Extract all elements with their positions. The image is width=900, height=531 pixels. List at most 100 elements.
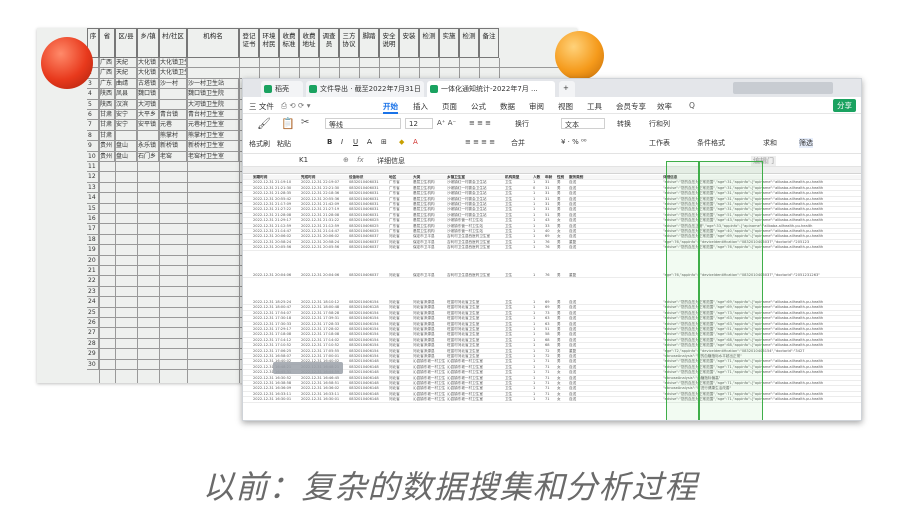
sheet-cell[interactable]: 卫生: [505, 359, 531, 363]
sheet-cell[interactable]: 性别: [557, 175, 567, 179]
sheet-cell[interactable]: 旺富村河北省卫生室: [447, 343, 503, 347]
sheet-cell[interactable]: 自送: [569, 207, 589, 211]
tab-stats[interactable]: 一体化通知统计-2022年7月 ...: [427, 81, 555, 97]
sheet-cell[interactable]: 河北省: [389, 376, 411, 380]
underline-icon[interactable]: U: [353, 138, 358, 146]
sheet-cell[interactable]: 旺富村河北省卫生室: [447, 338, 503, 342]
sheet-cell[interactable]: 0832010406031: [349, 191, 387, 195]
sheet-cell[interactable]: 2022-12-31 17:05:55: [301, 349, 347, 353]
sheet-cell[interactable]: 基层卫生机构: [413, 186, 445, 190]
currency-icons[interactable]: ¥ · % ⁰⁰: [561, 138, 587, 146]
menu-member[interactable]: 会员专享: [616, 101, 646, 112]
merge-button[interactable]: 合并: [511, 138, 525, 148]
sheet-cell[interactable]: 1: [533, 300, 543, 304]
sheet-cell[interactable]: 69: [545, 300, 555, 304]
sheet-cell[interactable]: 自送: [569, 381, 589, 385]
sheet-cell[interactable]: 1: [533, 305, 543, 309]
sheet-cell[interactable]: 广东省: [389, 213, 411, 217]
sheet-cell[interactable]: 河北省涞源县: [413, 349, 445, 353]
new-tab-button[interactable]: +: [559, 81, 575, 97]
sheet-cell[interactable]: 1: [533, 202, 543, 206]
sheet-cell[interactable]: 31: [545, 197, 555, 201]
sheet-cell[interactable]: 男: [557, 202, 567, 206]
sheet-cell[interactable]: 乡镇卫生室: [447, 175, 503, 179]
sheet-cell[interactable]: 2022-12-31 21:42:09: [301, 202, 347, 206]
sheet-cell[interactable]: 河北省: [389, 316, 411, 320]
sheet-cell[interactable]: 自送: [569, 354, 589, 358]
sheet-cell[interactable]: 1: [533, 338, 543, 342]
sheet-cell[interactable]: 沁县镇东坡一村卫生室: [447, 359, 503, 363]
sheet-cell[interactable]: 0832010406037: [349, 245, 387, 249]
sheet-cell[interactable]: 河北省涞源县: [413, 311, 445, 315]
sheet-cell[interactable]: 2022-12-31 16:33:11: [301, 392, 347, 396]
sheet-cell[interactable]: 沁县镇东坡一村卫生室: [447, 370, 503, 374]
sheet-cell[interactable]: 沁县镇东坡一村卫生室: [447, 365, 503, 369]
sheet-cell[interactable]: 女: [557, 218, 567, 222]
sheet-cell[interactable]: 自送: [569, 180, 589, 184]
sheet-cell[interactable]: 河北省: [389, 354, 411, 358]
sheet-cell[interactable]: 广东省: [389, 186, 411, 190]
sheet-cell[interactable]: 河北省涞源县: [413, 338, 445, 342]
sheet-cell[interactable]: 0832010406148: [349, 370, 387, 374]
sheet-cell[interactable]: 沁县镇东坡一村卫生室: [413, 386, 445, 390]
sheet-cell[interactable]: 76: [545, 245, 555, 249]
sheet-cell[interactable]: 卫生: [505, 397, 531, 401]
sheet-cell[interactable]: 男: [557, 343, 567, 347]
sheet-cell[interactable]: 2022-12-31 21:28:08: [301, 213, 347, 217]
sheet-cell[interactable]: 0832010406154: [349, 316, 387, 320]
sheet-cell[interactable]: 基层卫生机构: [413, 197, 445, 201]
sheet-cell[interactable]: 自送: [569, 338, 589, 342]
sheet-cell[interactable]: 广东省: [389, 180, 411, 184]
sheet-cell[interactable]: 重复: [569, 273, 589, 277]
sheet-cell[interactable]: 男: [557, 240, 567, 244]
sheet-cell[interactable]: 1: [533, 234, 543, 238]
sheet-cell[interactable]: 卫生: [505, 316, 531, 320]
sheet-cell[interactable]: 0832010406148: [349, 386, 387, 390]
sheet-cell[interactable]: 76: [545, 240, 555, 244]
sheet-cell[interactable]: 自送: [569, 370, 589, 374]
sheet-cell[interactable]: 1: [533, 197, 543, 201]
sheet-cell[interactable]: 河北省涞源县: [413, 327, 445, 331]
sheet-cell[interactable]: 女: [557, 365, 567, 369]
sheet-cell[interactable]: 自送: [569, 392, 589, 396]
sheet-cell[interactable]: 71: [545, 397, 555, 401]
sheet-cell[interactable]: 0832010406031: [349, 186, 387, 190]
quick-icons[interactable]: ⎙ ⟲ ⟳ ▾: [281, 101, 311, 111]
sheet-cell[interactable]: 地区: [389, 175, 411, 179]
row-col-button[interactable]: 行和列: [649, 119, 670, 129]
sheet-cell[interactable]: 2022-12-31 20:55:42: [253, 197, 299, 201]
sheet-cell[interactable]: 68: [545, 338, 555, 342]
sheet-cell[interactable]: 31: [545, 202, 555, 206]
sheet-cell[interactable]: 2022-12-31 21:14:47: [301, 229, 347, 233]
sheet-cell[interactable]: 51: [545, 327, 555, 331]
sheet-cell[interactable]: 基层卫生机构: [413, 229, 445, 233]
wrap-button[interactable]: 换行: [515, 119, 529, 129]
sheet-row[interactable]: 2022-12-31 16:30:01 2022-12-31 16:30:01 08…: [243, 397, 861, 403]
sheet-cell[interactable]: 自送: [569, 197, 589, 201]
sheet-cell[interactable]: 保定市卫平县: [413, 234, 445, 238]
menu-efficiency[interactable]: 效率: [657, 101, 672, 112]
bold-icon[interactable]: B: [327, 138, 332, 146]
sheet-cell[interactable]: 72: [545, 349, 555, 353]
sheet-cell[interactable]: 河北省: [389, 338, 411, 342]
sheet-cell[interactable]: 卫生: [505, 229, 531, 233]
sheet-cell[interactable]: 河北省: [389, 327, 411, 331]
sheet-cell[interactable]: 河北省涞源县: [413, 305, 445, 309]
sheet-cell[interactable]: 卫生: [505, 305, 531, 309]
sheet-cell[interactable]: 男: [557, 213, 567, 217]
sheet-cell[interactable]: 卫生: [505, 273, 531, 277]
sheet-cell[interactable]: 卫生: [505, 386, 531, 390]
sheet-cell[interactable]: 沁县镇东坡一村卫生室: [413, 365, 445, 369]
sheet-cell[interactable]: 卫生: [505, 213, 531, 217]
sheet-cell[interactable]: 2022-12-31 20:04:06: [253, 273, 299, 277]
sheet-cell[interactable]: 男: [557, 316, 567, 320]
sheet-cell[interactable]: 卫生: [505, 349, 531, 353]
sheet-cell[interactable]: 河北省: [389, 300, 411, 304]
sheet-cell[interactable]: 1: [533, 349, 543, 353]
sheet-cell[interactable]: 0832010406154: [349, 300, 387, 304]
sheet-cell[interactable]: 自送: [569, 218, 589, 222]
sheet-cell[interactable]: 2022-12-31 17:06:25: [253, 349, 299, 353]
sheet-cell[interactable]: 0832010406037: [349, 273, 387, 277]
sheet-cell[interactable]: 2022-12-31 17:10:52: [301, 343, 347, 347]
sheet-cell[interactable]: 2022-12-31 21:28:35: [253, 191, 299, 195]
